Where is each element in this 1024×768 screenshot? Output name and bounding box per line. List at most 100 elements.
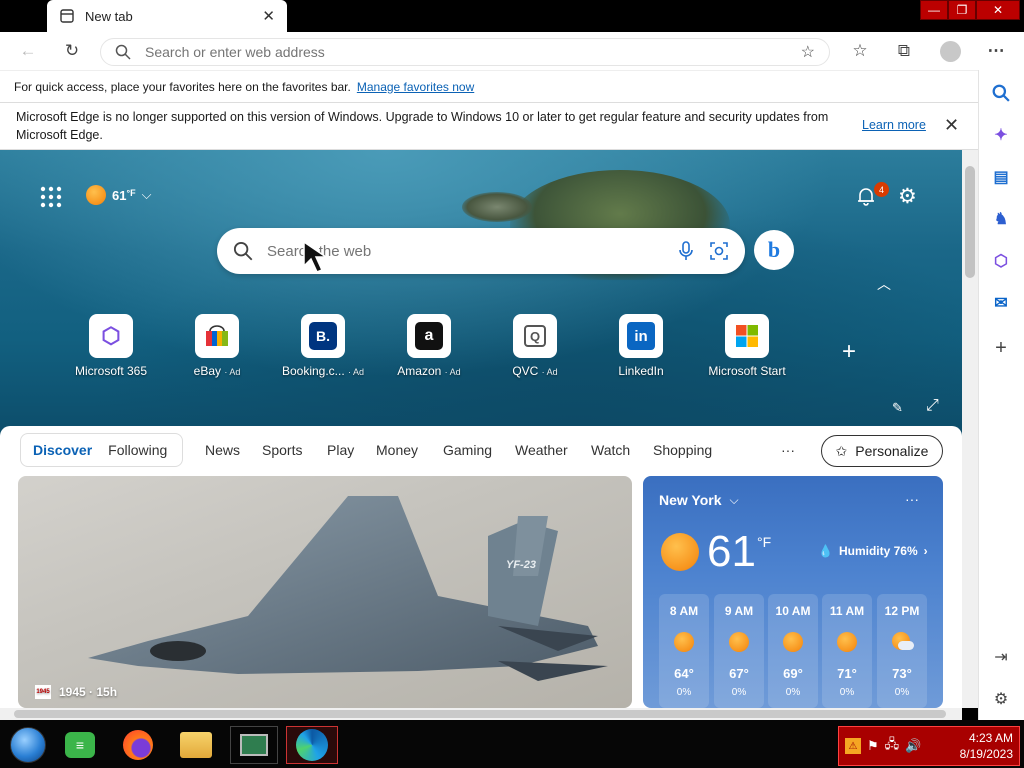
sun-icon <box>674 632 694 652</box>
tab-new-tab[interactable]: New tab ✕ <box>47 0 287 32</box>
quick-link-microsoft-start[interactable]: Microsoft Start <box>701 314 793 378</box>
personalize-button[interactable]: ✩ Personalize <box>821 435 943 467</box>
quick-link-booking[interactable]: B. Booking.c... · Ad <box>277 314 369 378</box>
droplet-icon: 💧 <box>818 544 833 558</box>
collections-icon[interactable]: ⧉ <box>890 37 918 65</box>
notifications-icon[interactable] <box>856 186 876 211</box>
quick-link-ebay[interactable]: eBay · Ad <box>171 314 263 378</box>
address-bar[interactable]: ☆ <box>100 38 830 66</box>
settings-menu-icon[interactable]: ⋯ <box>982 37 1010 65</box>
close-window-button[interactable]: ✕ <box>976 0 1020 20</box>
sidebar-office-icon[interactable]: ⬡ <box>988 248 1014 274</box>
hour-precip: 0% <box>676 687 692 698</box>
humidity-indicator[interactable]: 💧 Humidity 76% › <box>818 544 928 558</box>
favorites-icon[interactable]: ☆ <box>846 37 874 65</box>
tab-following[interactable]: Following <box>100 436 175 464</box>
clock[interactable]: 4:23 AM 8/19/2023 <box>927 730 1019 762</box>
manage-favorites-link[interactable]: Manage favorites now <box>357 80 474 94</box>
notice-text: Microsoft Edge is no longer supported on… <box>16 110 829 142</box>
sidebar-settings-icon[interactable]: ⚙ <box>988 686 1014 712</box>
weather-chip[interactable]: 61°F ⌵ <box>86 185 151 205</box>
folder-icon <box>180 732 212 758</box>
web-search-box[interactable] <box>217 228 745 274</box>
hourly-forecast-item: 8 AM 64° 0% <box>659 594 709 708</box>
hour-precip: 0% <box>894 687 910 698</box>
nav-weather[interactable]: Weather <box>515 442 568 458</box>
learn-more-link[interactable]: Learn more <box>862 118 926 132</box>
taskbar-installer-app[interactable] <box>230 726 278 764</box>
taskbar-firefox[interactable] <box>114 726 162 764</box>
ebay-icon <box>195 314 239 358</box>
nav-play[interactable]: Play <box>327 442 354 458</box>
quick-link-label: eBay <box>193 364 221 378</box>
address-input[interactable] <box>145 44 787 60</box>
sun-icon <box>86 185 106 205</box>
sidebar-search-icon[interactable] <box>988 80 1014 106</box>
hourly-forecast-item: 10 AM 69° 0% <box>768 594 818 708</box>
restore-button[interactable]: ❐ <box>948 0 976 20</box>
edit-background-icon[interactable]: ✎ <box>892 400 903 416</box>
profile-avatar[interactable] <box>940 41 961 62</box>
clock-time: 4:23 AM <box>968 731 1013 745</box>
horizontal-scroll-thumb[interactable] <box>14 710 946 718</box>
sidebar-add-icon[interactable]: + <box>988 335 1014 361</box>
taskbar-file-explorer[interactable] <box>172 726 220 764</box>
nav-watch[interactable]: Watch <box>591 442 630 458</box>
taskbar-edge[interactable] <box>286 726 338 764</box>
chevron-down-icon: ⌵ <box>141 187 152 202</box>
tray-app-icon[interactable]: ⚠ <box>845 738 861 754</box>
weather-menu-button[interactable]: ··· <box>905 491 919 507</box>
sidebar-outlook-icon[interactable]: ✉ <box>988 290 1014 316</box>
dismiss-notice-icon[interactable]: ✕ <box>944 115 959 136</box>
volume-icon[interactable]: 🔊 <box>905 738 921 754</box>
more-nav-button[interactable]: ··· <box>781 442 795 458</box>
page-settings-icon[interactable]: ⚙ <box>898 184 917 209</box>
microphone-icon[interactable] <box>677 241 695 261</box>
expand-icon[interactable]: ⤢ <box>926 397 939 415</box>
vertical-scroll-thumb[interactable] <box>965 166 975 278</box>
hour-time: 8 AM <box>669 604 699 618</box>
start-orb-icon <box>10 727 46 763</box>
refresh-icon[interactable]: ↻ <box>58 37 86 65</box>
sidebar-tools-icon[interactable]: ▤ <box>988 164 1014 190</box>
quick-link-amazon[interactable]: a Amazon · Ad <box>383 314 475 378</box>
tab-discover[interactable]: Discover <box>25 436 100 464</box>
taskbar-notes-app[interactable]: ≡ <box>56 726 104 764</box>
visual-search-icon[interactable] <box>709 241 729 261</box>
minimize-button[interactable]: — <box>920 0 948 20</box>
sidebar-hide-icon[interactable]: ⇥ <box>988 644 1014 670</box>
amazon-icon: a <box>407 314 451 358</box>
add-shortcut-icon[interactable]: + <box>842 338 856 366</box>
nav-shopping[interactable]: Shopping <box>653 442 712 458</box>
nav-news[interactable]: News <box>205 442 240 458</box>
quick-link-linkedin[interactable]: in LinkedIn <box>595 314 687 378</box>
hour-time: 10 AM <box>775 604 811 618</box>
quick-link-qvc[interactable]: Q QVC · Ad <box>489 314 581 378</box>
close-tab-icon[interactable]: ✕ <box>262 7 275 25</box>
news-card[interactable]: YF-23 <box>18 476 632 708</box>
installer-icon <box>240 734 268 756</box>
jet-image: YF-23 <box>88 496 608 681</box>
quick-link-microsoft365[interactable]: ⬡ Microsoft 365 <box>65 314 157 378</box>
start-button[interactable] <box>4 726 52 764</box>
sun-icon <box>837 632 857 652</box>
bing-chat-button[interactable]: b <box>754 230 794 270</box>
favorites-bar: For quick access, place your favorites h… <box>0 70 978 102</box>
hourly-forecast-item: 11 AM 71° 0% <box>822 594 872 708</box>
search-icon <box>115 44 131 60</box>
back-icon[interactable]: ← <box>14 37 42 65</box>
weather-city[interactable]: New York ⌵ <box>659 492 739 508</box>
nav-money[interactable]: Money <box>376 442 418 458</box>
quick-link-label: Amazon <box>397 364 442 378</box>
nav-gaming[interactable]: Gaming <box>443 442 492 458</box>
app-launcher-icon[interactable] <box>40 186 64 208</box>
nav-sports[interactable]: Sports <box>262 442 302 458</box>
collapse-links-icon[interactable]: ︿ <box>877 274 891 294</box>
sidebar-games-icon[interactable]: ♞ <box>988 206 1014 232</box>
action-center-flag-icon[interactable]: ⚑ <box>867 738 879 754</box>
ad-label: · Ad <box>348 367 365 377</box>
sidebar-copilot-icon[interactable]: ✦ <box>988 122 1014 148</box>
network-icon[interactable]: 🖧 <box>885 735 900 757</box>
add-favorite-icon[interactable]: ☆ <box>801 42 815 62</box>
firefox-icon <box>123 730 153 760</box>
